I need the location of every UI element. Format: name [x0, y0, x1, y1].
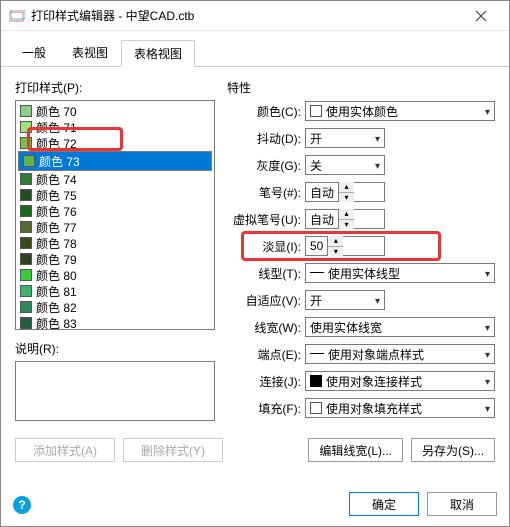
lbl-adapt: 自适应(V):	[227, 292, 305, 309]
color-swatch	[20, 317, 32, 329]
list-item-label: 颜色 74	[36, 171, 77, 188]
help-button[interactable]: ?	[13, 496, 31, 514]
printstyles-label: 打印样式(P):	[15, 79, 215, 96]
spinner-icon[interactable]: ▴▾	[338, 209, 354, 229]
list-item[interactable]: 颜色 77	[18, 219, 212, 235]
checkbox-icon	[310, 402, 322, 414]
list-item-label: 颜色 79	[36, 251, 77, 268]
list-item[interactable]: 颜色 73	[18, 151, 212, 171]
list-item[interactable]: 颜色 80	[18, 267, 212, 283]
color-swatch	[23, 155, 35, 167]
sel-join[interactable]: 使用对象连接样式	[305, 371, 495, 391]
lbl-color: 颜色(C):	[227, 103, 305, 120]
sel-gray[interactable]: 关	[305, 155, 385, 175]
list-item[interactable]: 颜色 79	[18, 251, 212, 267]
list-item-label: 颜色 70	[36, 103, 77, 120]
color-swatch	[20, 105, 32, 117]
list-item-label: 颜色 80	[36, 267, 77, 284]
delete-style-button[interactable]: 删除样式(Y)	[123, 438, 223, 462]
chevron-down-icon	[375, 131, 380, 145]
sel-linetype[interactable]: 使用实体线型	[305, 263, 495, 283]
list-item-label: 颜色 78	[36, 235, 77, 252]
chevron-down-icon	[485, 320, 490, 334]
sel-adaptive[interactable]: 开	[305, 290, 385, 310]
lbl-gray: 灰度(G):	[227, 157, 305, 174]
chevron-down-icon	[485, 374, 490, 388]
description-label: 说明(R):	[15, 340, 215, 357]
app-icon	[9, 10, 25, 22]
list-item[interactable]: 颜色 76	[18, 203, 212, 219]
lbl-fill: 填充(F):	[227, 400, 305, 417]
chevron-down-icon	[485, 104, 490, 118]
spinner-icon[interactable]: ▴▾	[338, 182, 354, 202]
tab-tableview[interactable]: 表视图	[59, 39, 121, 66]
lbl-vpen: 虚拟笔号(U):	[227, 211, 305, 228]
chevron-down-icon	[375, 293, 380, 307]
line-icon	[310, 272, 324, 274]
color-swatch	[20, 205, 32, 217]
ok-button[interactable]: 确定	[349, 492, 419, 516]
tab-formview[interactable]: 表格视图	[121, 40, 195, 67]
list-item-label: 颜色 76	[36, 203, 77, 220]
color-swatch	[20, 285, 32, 297]
lbl-ltype: 线型(T):	[227, 265, 305, 282]
color-swatch	[20, 253, 32, 265]
highlight-list	[27, 127, 123, 151]
sel-fill[interactable]: 使用对象填充样式	[305, 398, 495, 418]
saveas-button[interactable]: 另存为(S)...	[411, 438, 495, 462]
list-item-label: 颜色 73	[39, 153, 80, 170]
description-box[interactable]	[15, 361, 215, 421]
sel-endcap[interactable]: 使用对象端点样式	[305, 344, 495, 364]
list-item[interactable]: 颜色 75	[18, 187, 212, 203]
cancel-button[interactable]: 取消	[427, 492, 497, 516]
sel-vpen[interactable]: 自动▴▾	[305, 209, 385, 229]
add-style-button[interactable]: 添加样式(A)	[15, 438, 115, 462]
color-swatch	[20, 237, 32, 249]
list-item[interactable]: 颜色 74	[18, 171, 212, 187]
color-swatch	[20, 269, 32, 281]
properties-title: 特性	[227, 79, 495, 96]
lbl-dither: 抖动(D):	[227, 130, 305, 147]
list-item[interactable]: 颜色 78	[18, 235, 212, 251]
highlight-screening	[241, 231, 441, 261]
line-icon	[310, 353, 324, 355]
color-swatch	[20, 221, 32, 233]
checkbox-icon	[310, 105, 322, 117]
window-title: 打印样式编辑器 - 中望CAD.ctb	[31, 7, 461, 24]
chevron-down-icon	[485, 266, 490, 280]
close-icon	[475, 10, 487, 22]
list-item[interactable]: 颜色 83	[18, 315, 212, 330]
chevron-down-icon	[485, 401, 490, 415]
list-item-label: 颜色 75	[36, 187, 77, 204]
chevron-down-icon	[485, 347, 490, 361]
list-item-label: 颜色 77	[36, 219, 77, 236]
sel-dither[interactable]: 开	[305, 128, 385, 148]
list-item[interactable]: 颜色 70	[18, 103, 212, 119]
sel-lineweight[interactable]: 使用实体线宽	[305, 317, 495, 337]
tab-bar: 一般 表视图 表格视图	[1, 35, 509, 67]
close-button[interactable]	[461, 2, 501, 30]
lbl-join: 连接(J):	[227, 373, 305, 390]
lbl-endcap: 端点(E):	[227, 346, 305, 363]
list-item[interactable]: 颜色 81	[18, 283, 212, 299]
list-item[interactable]: 颜色 82	[18, 299, 212, 315]
color-swatch	[20, 173, 32, 185]
list-item-label: 颜色 83	[36, 315, 77, 331]
edit-lineweight-button[interactable]: 编辑线宽(L)...	[308, 438, 403, 462]
tab-general[interactable]: 一般	[9, 39, 59, 66]
chevron-down-icon	[375, 158, 380, 172]
color-swatch	[20, 189, 32, 201]
list-item-label: 颜色 82	[36, 299, 77, 316]
lbl-pen: 笔号(#):	[227, 184, 305, 201]
sel-pen[interactable]: 自动▴▾	[305, 182, 385, 202]
color-swatch	[20, 301, 32, 313]
lbl-lweight: 线宽(W):	[227, 319, 305, 336]
join-icon	[310, 375, 322, 387]
list-item-label: 颜色 81	[36, 283, 77, 300]
sel-color[interactable]: 使用实体颜色	[305, 101, 495, 121]
